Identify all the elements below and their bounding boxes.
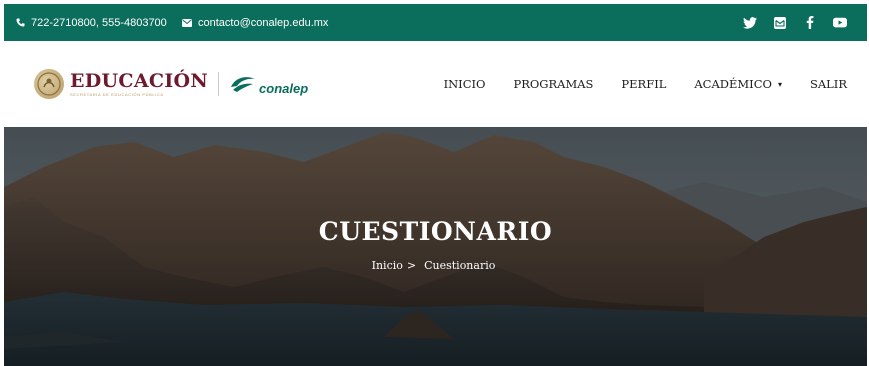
nav-item-programas[interactable]: PROGRAMAS bbox=[513, 77, 593, 91]
page-title: CUESTIONARIO bbox=[318, 217, 553, 246]
phone-text: 722-2710800, 555-4803700 bbox=[31, 16, 167, 29]
breadcrumb-home-link[interactable]: Inicio bbox=[372, 259, 403, 272]
breadcrumb-current: Cuestionario bbox=[424, 259, 496, 272]
nav-item-salir[interactable]: SALIR bbox=[810, 77, 847, 91]
education-wordmark: EDUCACIÓN SECRETARÍA DE EDUCACIÓN PÚBLIC… bbox=[70, 71, 208, 97]
nav-item-academico[interactable]: ACADÉMICO ▾ bbox=[694, 77, 782, 91]
conalep-swoosh-icon bbox=[231, 77, 256, 92]
sep-seal-icon bbox=[34, 69, 64, 99]
nav-item-inicio[interactable]: INICIO bbox=[444, 77, 486, 91]
education-title: EDUCACIÓN bbox=[70, 70, 209, 92]
facebook-icon[interactable] bbox=[803, 16, 817, 30]
top-contact-bar: 722-2710800, 555-4803700 contacto@conale… bbox=[4, 4, 867, 41]
main-navbar: EDUCACIÓN SECRETARÍA DE EDUCACIÓN PÚBLIC… bbox=[4, 41, 867, 127]
conalep-wordmark: conalep bbox=[259, 80, 309, 96]
youtube-icon[interactable] bbox=[833, 16, 847, 30]
social-links bbox=[743, 4, 847, 41]
page-hero-banner: CUESTIONARIO Inicio > Cuestionario bbox=[4, 127, 867, 366]
conalep-logo: conalep bbox=[229, 73, 308, 96]
mail-icon[interactable] bbox=[773, 16, 787, 30]
breadcrumb: Inicio > Cuestionario bbox=[4, 259, 867, 272]
education-subtitle: SECRETARÍA DE EDUCACIÓN PÚBLICA bbox=[70, 92, 164, 97]
breadcrumb-separator: > bbox=[406, 259, 417, 272]
nav-item-perfil[interactable]: PERFIL bbox=[621, 77, 666, 91]
main-menu: INICIO PROGRAMAS PERFIL ACADÉMICO ▾ SALIR bbox=[444, 41, 847, 127]
logo-divider bbox=[218, 72, 220, 96]
mountain-lake-background bbox=[4, 127, 867, 366]
twitter-icon[interactable] bbox=[743, 16, 757, 30]
phone-icon bbox=[16, 18, 25, 27]
phone-contact[interactable]: 722-2710800, 555-4803700 bbox=[16, 4, 167, 41]
page-frame: 722-2710800, 555-4803700 contacto@conale… bbox=[4, 4, 867, 366]
email-contact[interactable]: contacto@conalep.edu.mx bbox=[182, 4, 328, 41]
envelope-icon bbox=[182, 18, 192, 27]
chevron-down-icon: ▾ bbox=[777, 79, 782, 89]
email-text: contacto@conalep.edu.mx bbox=[198, 16, 329, 29]
logo-area[interactable]: EDUCACIÓN SECRETARÍA DE EDUCACIÓN PÚBLIC… bbox=[34, 69, 308, 99]
